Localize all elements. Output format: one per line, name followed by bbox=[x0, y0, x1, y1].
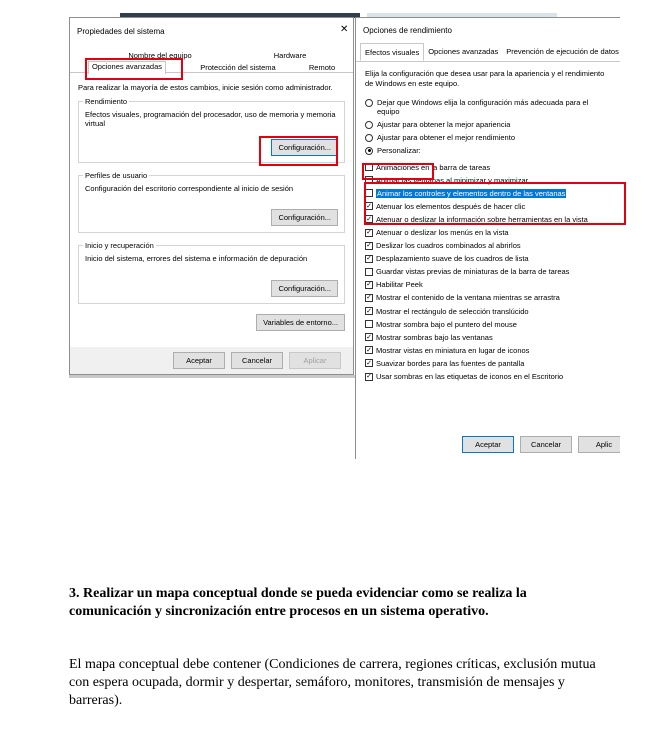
window-shadow bbox=[69, 375, 355, 378]
checkbox-option[interactable]: Guardar vistas previas de miniaturas de … bbox=[365, 265, 611, 278]
user-profiles-group: Perfiles de usuario Configuración del es… bbox=[78, 170, 345, 234]
group-title: Perfiles de usuario bbox=[83, 170, 150, 180]
group-description: Configuración del escritorio correspondi… bbox=[85, 183, 294, 193]
radio-label: Ajustar para obtener el mejor rendimient… bbox=[377, 132, 515, 142]
checkbox-option[interactable]: ✓ Deslizar los cuadros combinados al abri… bbox=[365, 239, 611, 252]
highlight-performance-settings bbox=[259, 136, 338, 166]
checkbox-option[interactable]: ✓ Suavizar bordes para las fuentes de pan… bbox=[365, 357, 611, 370]
checkbox-label: Mostrar el rectángulo de selección trans… bbox=[376, 306, 529, 316]
group-title: Rendimiento bbox=[83, 97, 130, 106]
checkbox-label: Guardar vistas previas de miniaturas de … bbox=[376, 267, 570, 277]
tab-remote[interactable]: Remoto bbox=[302, 63, 342, 72]
accept-button[interactable]: Aceptar bbox=[173, 352, 225, 369]
checkbox-label: Deslizar los cuadros combinados al abrir… bbox=[376, 241, 521, 251]
checkbox-checked-icon[interactable]: ✓ bbox=[365, 372, 373, 381]
checkbox-label: Suavizar bordes para las fuentes de pant… bbox=[376, 358, 525, 368]
user-profiles-settings-button[interactable]: Configuración... bbox=[271, 209, 338, 227]
checkbox-option[interactable]: ✓ Usar sombras en las etiquetas de iconos… bbox=[365, 370, 611, 383]
apply-button[interactable]: Aplic bbox=[578, 436, 620, 453]
checkbox-label: Usar sombras en las etiquetas de iconos … bbox=[376, 372, 564, 382]
title-bar: Propiedades del sistema bbox=[70, 18, 353, 45]
apply-button[interactable]: Aplicar bbox=[289, 352, 341, 369]
tab-advanced-options[interactable]: Opciones avanzadas bbox=[424, 43, 502, 61]
tab-visual-effects[interactable]: Efectos visuales bbox=[360, 43, 425, 61]
checkbox-option[interactable]: ✓ Atenuar o deslizar los menús en la vist… bbox=[365, 226, 611, 239]
section-paragraph: El mapa conceptual debe contener (Condic… bbox=[69, 657, 596, 709]
checkbox-label: Mostrar sombras bajo las ventanas bbox=[376, 332, 493, 342]
dialog-buttons: Aceptar Cancelar Aplic bbox=[356, 436, 620, 453]
cancel-button[interactable]: Cancelar bbox=[231, 352, 283, 369]
startup-recovery-settings-button[interactable]: Configuración... bbox=[271, 279, 338, 297]
checkbox-label: Desplazamiento suave de los cuadros de l… bbox=[376, 254, 529, 264]
performance-options-window: Opciones de rendimiento Efectos visuales… bbox=[355, 17, 620, 459]
highlight-advanced-tab bbox=[85, 58, 183, 80]
checkbox-label: Mostrar sombra bajo el puntero del mouse bbox=[376, 319, 517, 329]
radio-unselected-icon[interactable] bbox=[365, 98, 373, 107]
radio-group: Dejar que Windows elija la configuración… bbox=[365, 98, 611, 155]
section-heading: 3. Realizar un mapa conceptual donde se … bbox=[69, 586, 527, 620]
checkbox-option[interactable]: ✓ Mostrar vistas en miniatura en lugar de… bbox=[365, 344, 611, 357]
checkbox-option[interactable]: ✓ Mostrar el rectángulo de selección tran… bbox=[365, 305, 611, 318]
window-close-icon[interactable]: ✕ bbox=[340, 24, 348, 35]
checkbox-label: Mostrar el contenido de la ventana mient… bbox=[376, 293, 560, 303]
checkbox-unchecked-icon[interactable] bbox=[365, 320, 373, 329]
radio-option[interactable]: Personalizar: bbox=[365, 146, 611, 155]
tab-hardware[interactable]: Hardware bbox=[250, 51, 330, 60]
checkbox-checked-icon[interactable]: ✓ bbox=[365, 280, 373, 289]
checkbox-checked-icon[interactable]: ✓ bbox=[365, 293, 373, 302]
checkbox-option[interactable]: ✓ Desplazamiento suave de los cuadros de … bbox=[365, 252, 611, 265]
window-title: Propiedades del sistema bbox=[77, 27, 165, 36]
radio-option[interactable]: Ajustar para obtener la mejor apariencia bbox=[365, 120, 611, 129]
highlight-animation-checks bbox=[364, 182, 626, 225]
window-title: Opciones de rendimiento bbox=[363, 26, 452, 35]
tab-content: Elija la configuración que desea usar pa… bbox=[356, 62, 620, 390]
tab-content: Para realizar la mayoría de estos cambio… bbox=[70, 73, 353, 337]
radio-option[interactable]: Ajustar para obtener el mejor rendimient… bbox=[365, 133, 611, 142]
checkbox-checked-icon[interactable]: ✓ bbox=[365, 346, 373, 355]
radio-label: Personalizar: bbox=[377, 145, 421, 155]
dialog-buttons: Aceptar Cancelar Aplicar bbox=[70, 347, 353, 374]
tab-strip: Efectos visuales Opciones avanzadas Prev… bbox=[356, 43, 620, 62]
highlight-customize-radio bbox=[362, 163, 434, 180]
group-title: Inicio y recuperación bbox=[83, 241, 156, 251]
checkbox-option[interactable]: ✓ Mostrar sombras bajo las ventanas bbox=[365, 331, 611, 344]
checkbox-checked-icon[interactable]: ✓ bbox=[365, 228, 373, 237]
checkbox-option[interactable]: ✓ Mostrar el contenido de la ventana mien… bbox=[365, 291, 611, 304]
checkbox-label: Atenuar o deslizar los menús en la vista bbox=[376, 228, 509, 238]
checkbox-checked-icon[interactable]: ✓ bbox=[365, 241, 373, 250]
radio-unselected-icon[interactable] bbox=[365, 133, 373, 142]
checkbox-option[interactable]: ✓ Habilitar Peek bbox=[365, 278, 611, 291]
cancel-button[interactable]: Cancelar bbox=[520, 436, 572, 453]
checkbox-label: Mostrar vistas en miniatura en lugar de … bbox=[376, 345, 530, 355]
checkbox-checked-icon[interactable]: ✓ bbox=[365, 254, 373, 263]
radio-option[interactable]: Dejar que Windows elija la configuración… bbox=[365, 98, 611, 116]
radio-selected-icon[interactable] bbox=[365, 146, 373, 155]
tab-system-protection[interactable]: Protección del sistema bbox=[188, 63, 288, 72]
group-description: Inicio del sistema, errores del sistema … bbox=[85, 254, 308, 264]
checkbox-unchecked-icon[interactable] bbox=[365, 267, 373, 276]
admin-notice: Para realizar la mayoría de estos cambio… bbox=[78, 83, 333, 92]
group-description: Efectos visuales, programación del proce… bbox=[85, 110, 336, 129]
startup-recovery-group: Inicio y recuperación Inicio del sistema… bbox=[78, 241, 345, 304]
radio-unselected-icon[interactable] bbox=[365, 120, 373, 129]
title-bar: Opciones de rendimiento bbox=[356, 18, 620, 43]
radio-label: Ajustar para obtener la mejor apariencia bbox=[377, 119, 511, 129]
environment-variables-button[interactable]: Variables de entorno... bbox=[256, 313, 345, 331]
checkbox-checked-icon[interactable]: ✓ bbox=[365, 307, 373, 316]
checkbox-checked-icon[interactable]: ✓ bbox=[365, 359, 373, 368]
intro-text: Elija la configuración que desea usar pa… bbox=[365, 69, 605, 88]
radio-label: Dejar que Windows elija la configuración… bbox=[377, 97, 589, 116]
accept-button[interactable]: Aceptar bbox=[462, 436, 514, 453]
tab-data-execution-prevention[interactable]: Prevención de ejecución de datos bbox=[502, 43, 620, 61]
checkbox-label: Habilitar Peek bbox=[376, 280, 423, 290]
checkbox-option[interactable]: Mostrar sombra bajo el puntero del mouse bbox=[365, 318, 611, 331]
checkbox-checked-icon[interactable]: ✓ bbox=[365, 333, 373, 342]
